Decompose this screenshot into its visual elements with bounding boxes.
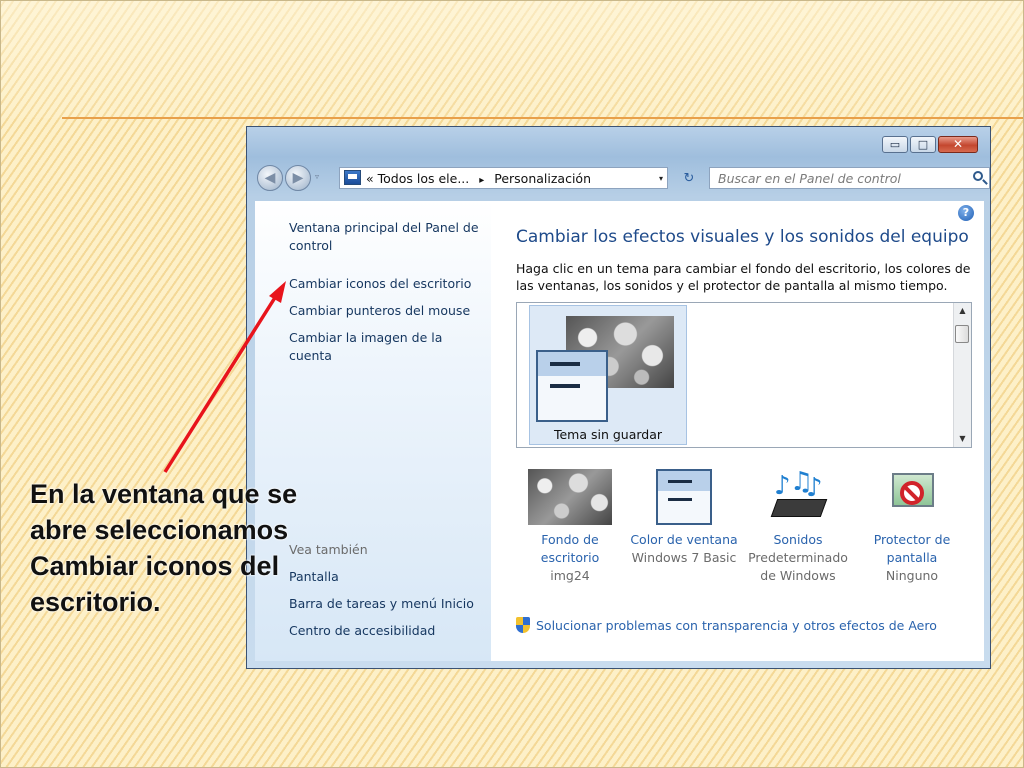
slide-caption: En la ventana que se abre seleccionamos … — [30, 479, 298, 617]
arrow-shaft — [163, 295, 278, 473]
red-arrow-annotation — [163, 281, 286, 473]
arrow-head — [269, 281, 286, 303]
